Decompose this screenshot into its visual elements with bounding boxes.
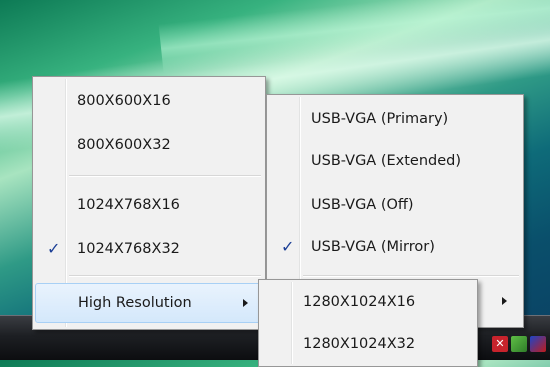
menu-item-1024x768x32[interactable]: ✓ 1024X768X32 bbox=[35, 231, 263, 267]
menu-separator bbox=[303, 275, 519, 277]
menu-item-800x600x16[interactable]: 800X600X16 bbox=[35, 83, 263, 119]
menu-item-label: USB-VGA (Primary) bbox=[311, 111, 449, 127]
system-tray: ✕ bbox=[492, 336, 546, 352]
shield-icon[interactable]: ✕ bbox=[492, 336, 508, 352]
submenu-arrow-icon bbox=[243, 299, 248, 307]
menu-item-label: USB-VGA (Mirror) bbox=[311, 239, 435, 255]
resolution-menu: 800X600X16 800X600X32 1024X768X16 ✓ 1024… bbox=[32, 76, 266, 330]
menu-item-label: USB-VGA (Off) bbox=[311, 197, 414, 213]
menu-item-800x600x32[interactable]: 800X600X32 bbox=[35, 127, 263, 163]
menu-item-label: 1024X768X16 bbox=[77, 197, 180, 213]
check-icon: ✓ bbox=[281, 237, 295, 256]
high-resolution-submenu: 1280X1024X16 1280X1024X32 bbox=[258, 279, 478, 367]
menu-separator bbox=[69, 275, 261, 277]
usb-display-icon[interactable] bbox=[530, 336, 546, 352]
menu-separator bbox=[69, 175, 261, 177]
submenu-arrow-icon bbox=[502, 297, 507, 305]
network-icon[interactable] bbox=[511, 336, 527, 352]
menu-item-1024x768x16[interactable]: 1024X768X16 bbox=[35, 187, 263, 223]
menu-item-label: USB-VGA (Extended) bbox=[311, 153, 462, 169]
menu-item-label: 800X600X16 bbox=[77, 93, 171, 109]
menu-item-high-resolution[interactable]: High Resolution bbox=[35, 283, 263, 323]
menu-item-label: 1024X768X32 bbox=[77, 241, 180, 257]
menu-item-usb-vga-extended[interactable]: USB-VGA (Extended) bbox=[269, 143, 521, 179]
menu-item-label: High Resolution bbox=[78, 295, 192, 311]
menu-item-label: 1280X1024X32 bbox=[303, 336, 416, 352]
menu-item-1280x1024x16[interactable]: 1280X1024X16 bbox=[261, 284, 475, 320]
menu-item-label: 1280X1024X16 bbox=[303, 294, 416, 310]
menu-item-1280x1024x32[interactable]: 1280X1024X32 bbox=[261, 326, 475, 362]
menu-item-label: 800X600X32 bbox=[77, 137, 171, 153]
check-icon: ✓ bbox=[47, 239, 61, 258]
menu-item-usb-vga-mirror[interactable]: ✓ USB-VGA (Mirror) bbox=[269, 229, 521, 265]
menu-item-usb-vga-primary[interactable]: USB-VGA (Primary) bbox=[269, 101, 521, 137]
menu-item-usb-vga-off[interactable]: USB-VGA (Off) bbox=[269, 187, 521, 223]
